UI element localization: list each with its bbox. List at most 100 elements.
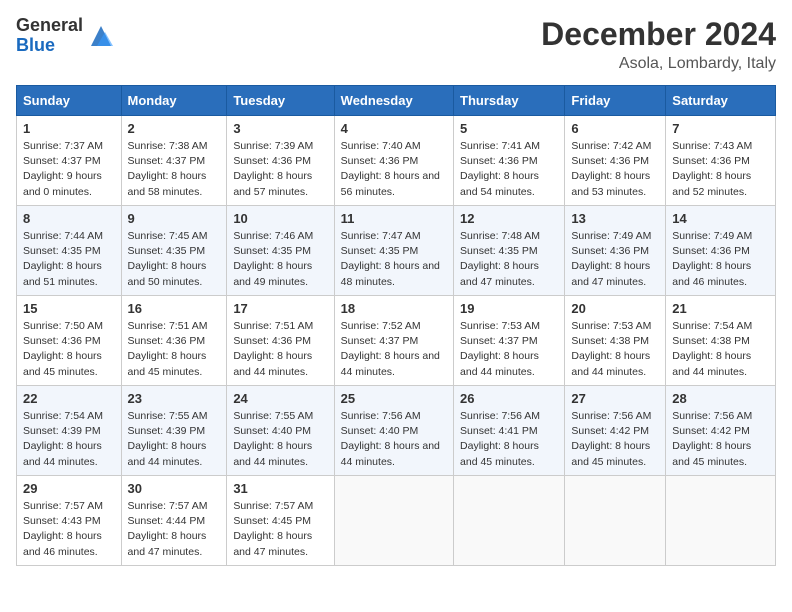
- day-info: Sunrise: 7:54 AMSunset: 4:39 PMDaylight:…: [23, 409, 115, 470]
- logo: General Blue: [16, 16, 115, 56]
- day-number: 9: [128, 211, 221, 226]
- day-info: Sunrise: 7:50 AMSunset: 4:36 PMDaylight:…: [23, 319, 115, 380]
- day-number: 16: [128, 301, 221, 316]
- day-info: Sunrise: 7:55 AMSunset: 4:39 PMDaylight:…: [128, 409, 221, 470]
- day-info: Sunrise: 7:51 AMSunset: 4:36 PMDaylight:…: [233, 319, 327, 380]
- day-number: 7: [672, 121, 769, 136]
- day-number: 13: [571, 211, 659, 226]
- day-info: Sunrise: 7:55 AMSunset: 4:40 PMDaylight:…: [233, 409, 327, 470]
- day-number: 8: [23, 211, 115, 226]
- calendar-cell: 15 Sunrise: 7:50 AMSunset: 4:36 PMDayligh…: [17, 296, 122, 386]
- weekday-header: Sunday: [17, 86, 122, 116]
- calendar-cell: 13 Sunrise: 7:49 AMSunset: 4:36 PMDayligh…: [565, 206, 666, 296]
- location: Asola, Lombardy, Italy: [541, 55, 776, 73]
- day-number: 18: [341, 301, 447, 316]
- day-number: 22: [23, 391, 115, 406]
- day-number: 1: [23, 121, 115, 136]
- day-info: Sunrise: 7:49 AMSunset: 4:36 PMDaylight:…: [672, 229, 769, 290]
- weekday-header-row: SundayMondayTuesdayWednesdayThursdayFrid…: [17, 86, 776, 116]
- day-info: Sunrise: 7:38 AMSunset: 4:37 PMDaylight:…: [128, 139, 221, 200]
- day-info: Sunrise: 7:39 AMSunset: 4:36 PMDaylight:…: [233, 139, 327, 200]
- day-info: Sunrise: 7:57 AMSunset: 4:43 PMDaylight:…: [23, 499, 115, 560]
- day-info: Sunrise: 7:54 AMSunset: 4:38 PMDaylight:…: [672, 319, 769, 380]
- calendar-cell: 12Sunrise: 7:48 AMSunset: 4:35 PMDayligh…: [454, 206, 565, 296]
- day-info: Sunrise: 7:53 AMSunset: 4:38 PMDaylight:…: [571, 319, 659, 380]
- calendar-week-row: 22 Sunrise: 7:54 AMSunset: 4:39 PMDayligh…: [17, 386, 776, 476]
- day-number: 23: [128, 391, 221, 406]
- day-number: 11: [341, 211, 447, 226]
- calendar-cell: 23 Sunrise: 7:55 AMSunset: 4:39 PMDayligh…: [121, 386, 227, 476]
- day-info: Sunrise: 7:51 AMSunset: 4:36 PMDaylight:…: [128, 319, 221, 380]
- day-number: 15: [23, 301, 115, 316]
- day-number: 31: [233, 481, 327, 496]
- calendar-week-row: 29Sunrise: 7:57 AMSunset: 4:43 PMDayligh…: [17, 476, 776, 566]
- day-number: 19: [460, 301, 558, 316]
- calendar-cell: 16 Sunrise: 7:51 AMSunset: 4:36 PMDayligh…: [121, 296, 227, 386]
- day-info: Sunrise: 7:37 AMSunset: 4:37 PMDaylight:…: [23, 139, 115, 200]
- day-info: Sunrise: 7:56 AMSunset: 4:41 PMDaylight:…: [460, 409, 558, 470]
- calendar-cell: 4 Sunrise: 7:40 AMSunset: 4:36 PMDaylight…: [334, 116, 453, 206]
- day-info: Sunrise: 7:42 AMSunset: 4:36 PMDaylight:…: [571, 139, 659, 200]
- day-number: 17: [233, 301, 327, 316]
- weekday-header: Friday: [565, 86, 666, 116]
- calendar-cell: 18 Sunrise: 7:52 AMSunset: 4:37 PMDayligh…: [334, 296, 453, 386]
- calendar-cell: 11Sunrise: 7:47 AMSunset: 4:35 PMDayligh…: [334, 206, 453, 296]
- day-info: Sunrise: 7:57 AMSunset: 4:45 PMDaylight:…: [233, 499, 327, 560]
- day-info: Sunrise: 7:57 AMSunset: 4:44 PMDaylight:…: [128, 499, 221, 560]
- title-area: December 2024 Asola, Lombardy, Italy: [541, 16, 776, 73]
- logo-blue: Blue: [16, 36, 83, 56]
- day-info: Sunrise: 7:56 AMSunset: 4:42 PMDaylight:…: [571, 409, 659, 470]
- day-info: Sunrise: 7:56 AMSunset: 4:42 PMDaylight:…: [672, 409, 769, 470]
- weekday-header: Wednesday: [334, 86, 453, 116]
- logo-icon: [87, 22, 115, 50]
- day-info: Sunrise: 7:52 AMSunset: 4:37 PMDaylight:…: [341, 319, 447, 380]
- calendar-cell: 6 Sunrise: 7:42 AMSunset: 4:36 PMDaylight…: [565, 116, 666, 206]
- day-number: 21: [672, 301, 769, 316]
- day-number: 27: [571, 391, 659, 406]
- calendar-cell: 30 Sunrise: 7:57 AMSunset: 4:44 PMDayligh…: [121, 476, 227, 566]
- calendar-cell: 9Sunrise: 7:45 AMSunset: 4:35 PMDaylight…: [121, 206, 227, 296]
- calendar-cell: 19 Sunrise: 7:53 AMSunset: 4:37 PMDayligh…: [454, 296, 565, 386]
- day-number: 10: [233, 211, 327, 226]
- weekday-header: Saturday: [666, 86, 776, 116]
- day-info: Sunrise: 7:44 AMSunset: 4:35 PMDaylight:…: [23, 229, 115, 290]
- day-info: Sunrise: 7:53 AMSunset: 4:37 PMDaylight:…: [460, 319, 558, 380]
- day-number: 4: [341, 121, 447, 136]
- day-info: Sunrise: 7:41 AMSunset: 4:36 PMDaylight:…: [460, 139, 558, 200]
- day-info: Sunrise: 7:43 AMSunset: 4:36 PMDaylight:…: [672, 139, 769, 200]
- calendar-cell: [334, 476, 453, 566]
- day-number: 12: [460, 211, 558, 226]
- day-number: 20: [571, 301, 659, 316]
- calendar-cell: 10 Sunrise: 7:46 AMSunset: 4:35 PMDayligh…: [227, 206, 334, 296]
- day-number: 26: [460, 391, 558, 406]
- calendar-cell: 17 Sunrise: 7:51 AMSunset: 4:36 PMDayligh…: [227, 296, 334, 386]
- calendar-cell: 1 Sunrise: 7:37 AMSunset: 4:37 PMDaylight…: [17, 116, 122, 206]
- day-number: 5: [460, 121, 558, 136]
- calendar-cell: 24 Sunrise: 7:55 AMSunset: 4:40 PMDayligh…: [227, 386, 334, 476]
- day-number: 30: [128, 481, 221, 496]
- calendar-week-row: 8 Sunrise: 7:44 AMSunset: 4:35 PMDaylight…: [17, 206, 776, 296]
- day-number: 2: [128, 121, 221, 136]
- calendar-week-row: 1 Sunrise: 7:37 AMSunset: 4:37 PMDaylight…: [17, 116, 776, 206]
- day-info: Sunrise: 7:40 AMSunset: 4:36 PMDaylight:…: [341, 139, 447, 200]
- calendar-cell: 2 Sunrise: 7:38 AMSunset: 4:37 PMDaylight…: [121, 116, 227, 206]
- calendar-cell: [454, 476, 565, 566]
- logo-general: General: [16, 16, 83, 36]
- calendar-cell: 31 Sunrise: 7:57 AMSunset: 4:45 PMDayligh…: [227, 476, 334, 566]
- day-number: 6: [571, 121, 659, 136]
- day-info: Sunrise: 7:49 AMSunset: 4:36 PMDaylight:…: [571, 229, 659, 290]
- day-info: Sunrise: 7:46 AMSunset: 4:35 PMDaylight:…: [233, 229, 327, 290]
- day-number: 25: [341, 391, 447, 406]
- calendar-cell: 3Sunrise: 7:39 AMSunset: 4:36 PMDaylight…: [227, 116, 334, 206]
- calendar-cell: 25Sunrise: 7:56 AMSunset: 4:40 PMDayligh…: [334, 386, 453, 476]
- calendar-cell: 7 Sunrise: 7:43 AMSunset: 4:36 PMDaylight…: [666, 116, 776, 206]
- calendar-cell: 26 Sunrise: 7:56 AMSunset: 4:41 PMDayligh…: [454, 386, 565, 476]
- day-number: 28: [672, 391, 769, 406]
- day-number: 24: [233, 391, 327, 406]
- calendar-week-row: 15 Sunrise: 7:50 AMSunset: 4:36 PMDayligh…: [17, 296, 776, 386]
- weekday-header: Monday: [121, 86, 227, 116]
- page-header: General Blue December 2024 Asola, Lombar…: [16, 16, 776, 73]
- weekday-header: Tuesday: [227, 86, 334, 116]
- month-title: December 2024: [541, 16, 776, 53]
- calendar-cell: 21 Sunrise: 7:54 AMSunset: 4:38 PMDayligh…: [666, 296, 776, 386]
